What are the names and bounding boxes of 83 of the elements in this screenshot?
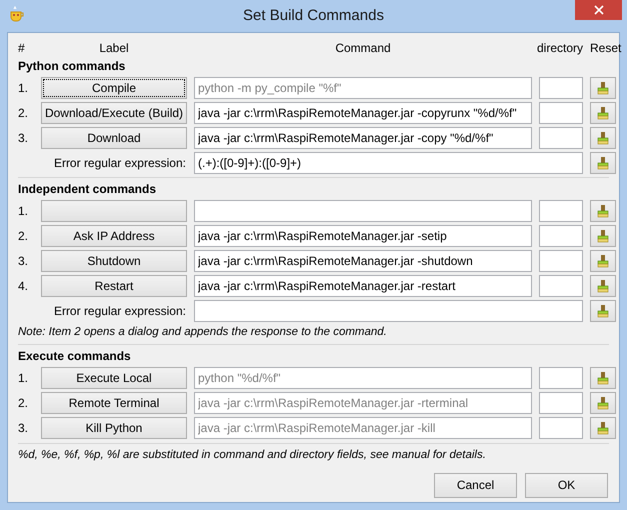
- close-icon: [594, 5, 604, 15]
- directory-field[interactable]: [539, 225, 583, 247]
- row-number: 1.: [18, 80, 30, 97]
- directory-field[interactable]: [539, 77, 583, 99]
- reset-header: Reset: [590, 41, 622, 55]
- command-field[interactable]: python "%d/%f": [194, 367, 532, 390]
- brush-icon: [596, 396, 610, 410]
- brush-icon: [596, 371, 610, 386]
- row-number: 2.: [18, 228, 30, 245]
- directory-field[interactable]: [539, 367, 583, 390]
- row-number: 3.: [18, 130, 30, 147]
- brush-icon: [596, 131, 610, 145]
- section-title: Python commands: [18, 58, 126, 74]
- brush-icon: [596, 304, 610, 318]
- brush-icon: [596, 421, 610, 436]
- app-icon: [8, 6, 24, 22]
- command-field[interactable]: java -jar c:\rrm\RaspiRemoteManager.jar -copyrunx "%d/%f": [194, 102, 532, 124]
- reset-button[interactable]: [590, 200, 616, 222]
- directory-field[interactable]: [539, 200, 583, 222]
- command-field[interactable]: [194, 300, 583, 322]
- command-field[interactable]: java -jar c:\rrm\RaspiRemoteManager.jar -copy "%d/%f": [194, 127, 532, 149]
- ok-button[interactable]: OK: [525, 472, 608, 498]
- label-button[interactable]: Download/Execute (Build): [41, 102, 187, 124]
- reset-button[interactable]: [590, 127, 616, 149]
- section-title: Independent commands: [18, 181, 156, 197]
- reset-button[interactable]: [590, 152, 616, 174]
- directory-field[interactable]: [539, 127, 583, 149]
- label-header: Label: [99, 41, 129, 55]
- reset-button[interactable]: [590, 392, 616, 414]
- reset-button[interactable]: [590, 275, 616, 297]
- reset-button[interactable]: [590, 300, 616, 322]
- label-button[interactable]: Ask IP Address: [41, 225, 187, 247]
- command-field[interactable]: java -jar c:\rrm\RaspiRemoteManager.jar -kill: [194, 417, 532, 440]
- close-button[interactable]: [575, 0, 622, 20]
- label-button[interactable]: Remote Terminal: [41, 392, 187, 414]
- command-header: Command: [335, 41, 391, 55]
- row-number: 2.: [18, 395, 30, 412]
- brush-icon: [596, 279, 610, 293]
- row-number: 1.: [18, 203, 30, 220]
- reset-button[interactable]: [590, 102, 616, 124]
- command-field[interactable]: python -m py_compile "%f": [194, 77, 532, 99]
- window-title: Set Build Commands: [243, 6, 384, 26]
- label-button[interactable]: Shutdown: [41, 250, 187, 272]
- reset-button[interactable]: [590, 250, 616, 272]
- label-button[interactable]: Download: [41, 127, 187, 149]
- field-label: Error regular expression:: [54, 304, 186, 318]
- directory-field[interactable]: [539, 417, 583, 440]
- command-field[interactable]: (.+):([0-9]+):([0-9]+): [194, 152, 583, 174]
- brush-icon: [596, 254, 610, 268]
- command-field[interactable]: java -jar c:\rrm\RaspiRemoteManager.jar -restart: [194, 275, 532, 297]
- cancel-button[interactable]: Cancel: [434, 472, 517, 498]
- row-number: 2.: [18, 105, 30, 122]
- label-button[interactable]: Compile: [41, 77, 187, 99]
- brush-icon: [596, 81, 610, 95]
- directory-field[interactable]: [539, 250, 583, 272]
- directory-field[interactable]: [539, 102, 583, 124]
- brush-icon: [596, 156, 610, 170]
- reset-button[interactable]: [590, 225, 616, 247]
- command-field[interactable]: java -jar c:\rrm\RaspiRemoteManager.jar -shutdown: [194, 250, 532, 272]
- substitution-note: %d, %e, %f, %p, %l are substituted in command and directory fields, see manual for details.: [18, 443, 609, 464]
- label-button[interactable]: Restart: [41, 275, 187, 297]
- row-number: 4.: [18, 278, 30, 295]
- row-number: 1.: [18, 370, 30, 388]
- reset-button[interactable]: [590, 417, 616, 440]
- row-number: 3.: [18, 420, 30, 438]
- reset-button[interactable]: [590, 77, 616, 99]
- label-button[interactable]: Execute Local: [41, 367, 187, 390]
- reset-button[interactable]: [590, 367, 616, 390]
- section-title: Execute commands: [18, 348, 131, 364]
- command-field[interactable]: java -jar c:\rrm\RaspiRemoteManager.jar -rterminal: [194, 392, 532, 414]
- row-number: 3.: [18, 253, 30, 270]
- command-field[interactable]: java -jar c:\rrm\RaspiRemoteManager.jar -setip: [194, 225, 532, 247]
- label-button[interactable]: Kill Python: [41, 417, 187, 440]
- directory-field[interactable]: [539, 392, 583, 414]
- command-field[interactable]: [194, 200, 532, 222]
- brush-icon: [596, 204, 610, 218]
- number-header: #: [18, 41, 25, 55]
- field-label: Error regular expression:: [54, 156, 186, 170]
- brush-icon: [596, 229, 610, 243]
- brush-icon: [596, 106, 610, 120]
- note-text: Note: Item 2 opens a dialog and appends the response to the command.: [18, 325, 387, 340]
- directory-header: directory: [536, 41, 583, 55]
- directory-field[interactable]: [539, 275, 583, 297]
